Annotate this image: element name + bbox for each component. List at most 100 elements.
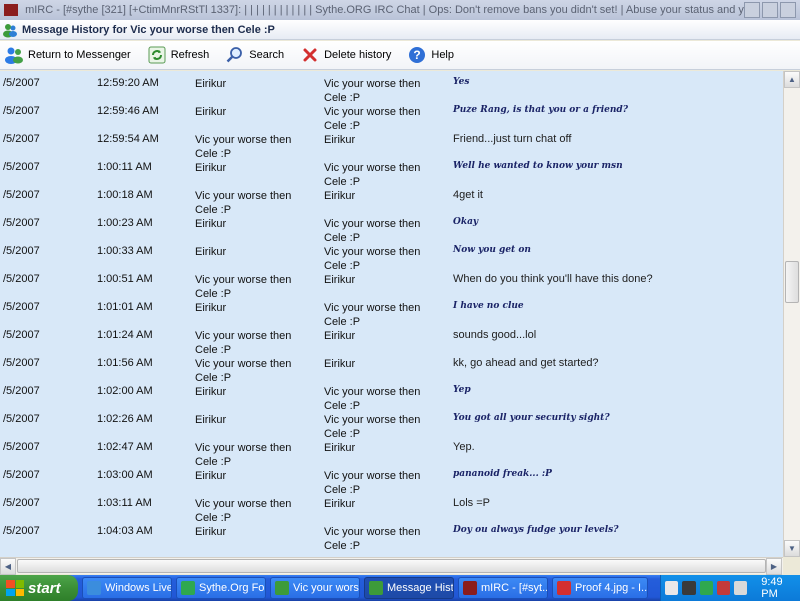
- history-row[interactable]: /5/2007 1:04:03 AM Eirikur Vic your worse t…: [0, 519, 783, 552]
- message-recipient: Eirikur: [324, 134, 356, 146]
- message-date: /5/2007: [3, 105, 40, 117]
- history-row[interactable]: /5/2007 1:03:00 AM Eirikur Vic your worse t…: [0, 463, 783, 496]
- start-button[interactable]: start: [0, 575, 78, 601]
- history-row[interactable]: /5/2007 1:02:00 AM Eirikur Vic your worse t…: [0, 379, 783, 412]
- message-date: /5/2007: [3, 301, 40, 313]
- vertical-scrollbar[interactable]: ▲ ▼: [783, 71, 800, 557]
- message-date: /5/2007: [3, 245, 40, 257]
- message-date: /5/2007: [3, 189, 40, 201]
- tray-app-icon[interactable]: [665, 581, 679, 595]
- scroll-up-icon[interactable]: ▲: [784, 71, 800, 88]
- message-text: kk, go ahead and get started?: [453, 357, 599, 369]
- history-row[interactable]: /5/2007 12:59:46 AM Eirikur Vic your worse …: [0, 99, 783, 132]
- history-row[interactable]: /5/2007 1:00:11 AM Eirikur Vic your worse t…: [0, 155, 783, 188]
- window-title: Message History for Vic your worse then …: [22, 23, 275, 36]
- message-time: 1:01:56 AM: [97, 357, 153, 369]
- message-text: Yep: [453, 385, 471, 395]
- message-time: 1:03:11 AM: [97, 497, 152, 509]
- message-time: 1:02:26 AM: [97, 413, 153, 425]
- horizontal-scroll-thumb[interactable]: [17, 559, 766, 573]
- message-text: sounds good...lol: [453, 329, 537, 341]
- tray-shield-icon[interactable]: [682, 581, 696, 595]
- taskbar-button[interactable]: Message Hist...: [364, 577, 454, 599]
- message-recipient: Eirikur: [324, 442, 356, 454]
- message-time: 1:00:23 AM: [97, 217, 153, 229]
- taskbar-button[interactable]: Sythe.Org Fo...: [176, 577, 266, 599]
- scroll-right-icon[interactable]: ▶: [766, 558, 782, 575]
- maximize-icon[interactable]: [762, 2, 778, 18]
- scroll-left-icon[interactable]: ◀: [0, 558, 16, 575]
- tray-network-icon[interactable]: [699, 581, 713, 595]
- taskbar-button[interactable]: Windows Live...: [82, 577, 172, 599]
- history-row[interactable]: /5/2007 1:01:01 AM Eirikur Vic your worse t…: [0, 295, 783, 328]
- message-sender: Eirikur: [195, 302, 227, 314]
- window-titlebar[interactable]: Message History for Vic your worse then …: [0, 20, 800, 40]
- taskbar-button[interactable]: Vic your wors...: [270, 577, 360, 599]
- mirc-icon: [4, 4, 18, 17]
- background-window-title: mIRC - [#sythe [321] [+CtimMnrRStTl 1337…: [25, 4, 760, 16]
- message-time: 12:59:20 AM: [97, 77, 159, 89]
- message-date: /5/2007: [3, 357, 40, 369]
- taskbar-button-label: Vic your wors...: [293, 582, 359, 594]
- taskbar-button-label: Sythe.Org Fo...: [199, 582, 265, 594]
- message-time: 1:04:03 AM: [97, 525, 153, 537]
- history-row[interactable]: /5/2007 1:01:24 AM Vic your worse then Cel…: [0, 323, 783, 356]
- svg-text:?: ?: [414, 48, 421, 62]
- history-row[interactable]: /5/2007 12:59:54 AM Vic your worse then Ce…: [0, 127, 783, 160]
- message-text: You got all your security sight?: [453, 413, 610, 423]
- start-label: start: [28, 579, 61, 597]
- message-recipient: Eirikur: [324, 274, 356, 286]
- messenger-buddies-icon: [4, 45, 24, 65]
- message-sender: Eirikur: [195, 470, 227, 482]
- scrollbar-corner: [783, 557, 800, 574]
- history-row[interactable]: /5/2007 1:01:56 AM Vic your worse then Cel…: [0, 351, 783, 384]
- message-date: /5/2007: [3, 329, 40, 341]
- return-to-messenger-button[interactable]: Return to Messenger: [4, 45, 131, 65]
- message-date: /5/2007: [3, 77, 40, 89]
- return-to-messenger-label: Return to Messenger: [28, 49, 131, 61]
- message-time: 1:01:01 AM: [97, 301, 153, 313]
- message-time: 12:59:46 AM: [97, 105, 159, 117]
- taskbar-button[interactable]: mIRC - [#syt...: [458, 577, 548, 599]
- taskbar-app-icon: [369, 581, 383, 595]
- message-recipient: Eirikur: [324, 190, 356, 202]
- help-label: Help: [431, 49, 454, 61]
- message-recipient: Eirikur: [324, 498, 356, 510]
- help-button[interactable]: ? Help: [407, 45, 454, 65]
- tray-volume-icon[interactable]: [734, 581, 748, 595]
- search-button[interactable]: Search: [225, 45, 284, 65]
- history-row[interactable]: /5/2007 1:00:33 AM Eirikur Vic your worse t…: [0, 239, 783, 272]
- message-text: Puze Rang, is that you or a friend?: [453, 105, 628, 115]
- history-row[interactable]: /5/2007 1:02:47 AM Vic your worse then Cel…: [0, 435, 783, 468]
- taskbar-button-label: mIRC - [#syt...: [481, 582, 548, 594]
- background-window-titlebar[interactable]: mIRC - [#sythe [321] [+CtimMnrRStTl 1337…: [0, 0, 800, 20]
- message-date: /5/2007: [3, 441, 40, 453]
- message-text: 4get it: [453, 189, 483, 201]
- taskbar-button[interactable]: Proof 4.jpg - I...: [552, 577, 648, 599]
- delete-history-label: Delete history: [324, 49, 392, 61]
- refresh-icon: [147, 45, 167, 65]
- message-time: 1:00:51 AM: [97, 273, 153, 285]
- history-row[interactable]: /5/2007 12:59:20 AM Eirikur Vic your worse …: [0, 71, 783, 104]
- horizontal-scrollbar[interactable]: ◀ ▶: [0, 557, 783, 575]
- message-sender: Eirikur: [195, 218, 227, 230]
- minimize-icon[interactable]: [744, 2, 760, 18]
- message-date: /5/2007: [3, 413, 40, 425]
- message-text: Yes: [453, 77, 470, 87]
- history-row[interactable]: /5/2007 1:02:26 AM Eirikur Vic your worse t…: [0, 407, 783, 440]
- history-row[interactable]: /5/2007 1:00:51 AM Vic your worse then Cel…: [0, 267, 783, 300]
- message-sender: Eirikur: [195, 386, 227, 398]
- scroll-down-icon[interactable]: ▼: [784, 540, 800, 557]
- refresh-button[interactable]: Refresh: [147, 45, 209, 65]
- history-row[interactable]: /5/2007 1:03:11 AM Vic your worse then Cel…: [0, 491, 783, 524]
- message-date: /5/2007: [3, 161, 40, 173]
- clock: 9:49 PM: [761, 576, 783, 600]
- delete-history-button[interactable]: Delete history: [300, 45, 391, 65]
- vertical-scroll-thumb[interactable]: [785, 261, 799, 303]
- message-time: 1:00:18 AM: [97, 189, 153, 201]
- history-row[interactable]: /5/2007 1:00:18 AM Vic your worse then Cel…: [0, 183, 783, 216]
- history-row[interactable]: /5/2007 1:00:23 AM Eirikur Vic your worse t…: [0, 211, 783, 244]
- close-icon[interactable]: [780, 2, 796, 18]
- message-history-list[interactable]: /5/2007 12:59:20 AM Eirikur Vic your worse …: [0, 71, 783, 557]
- tray-alert-icon[interactable]: [716, 581, 730, 595]
